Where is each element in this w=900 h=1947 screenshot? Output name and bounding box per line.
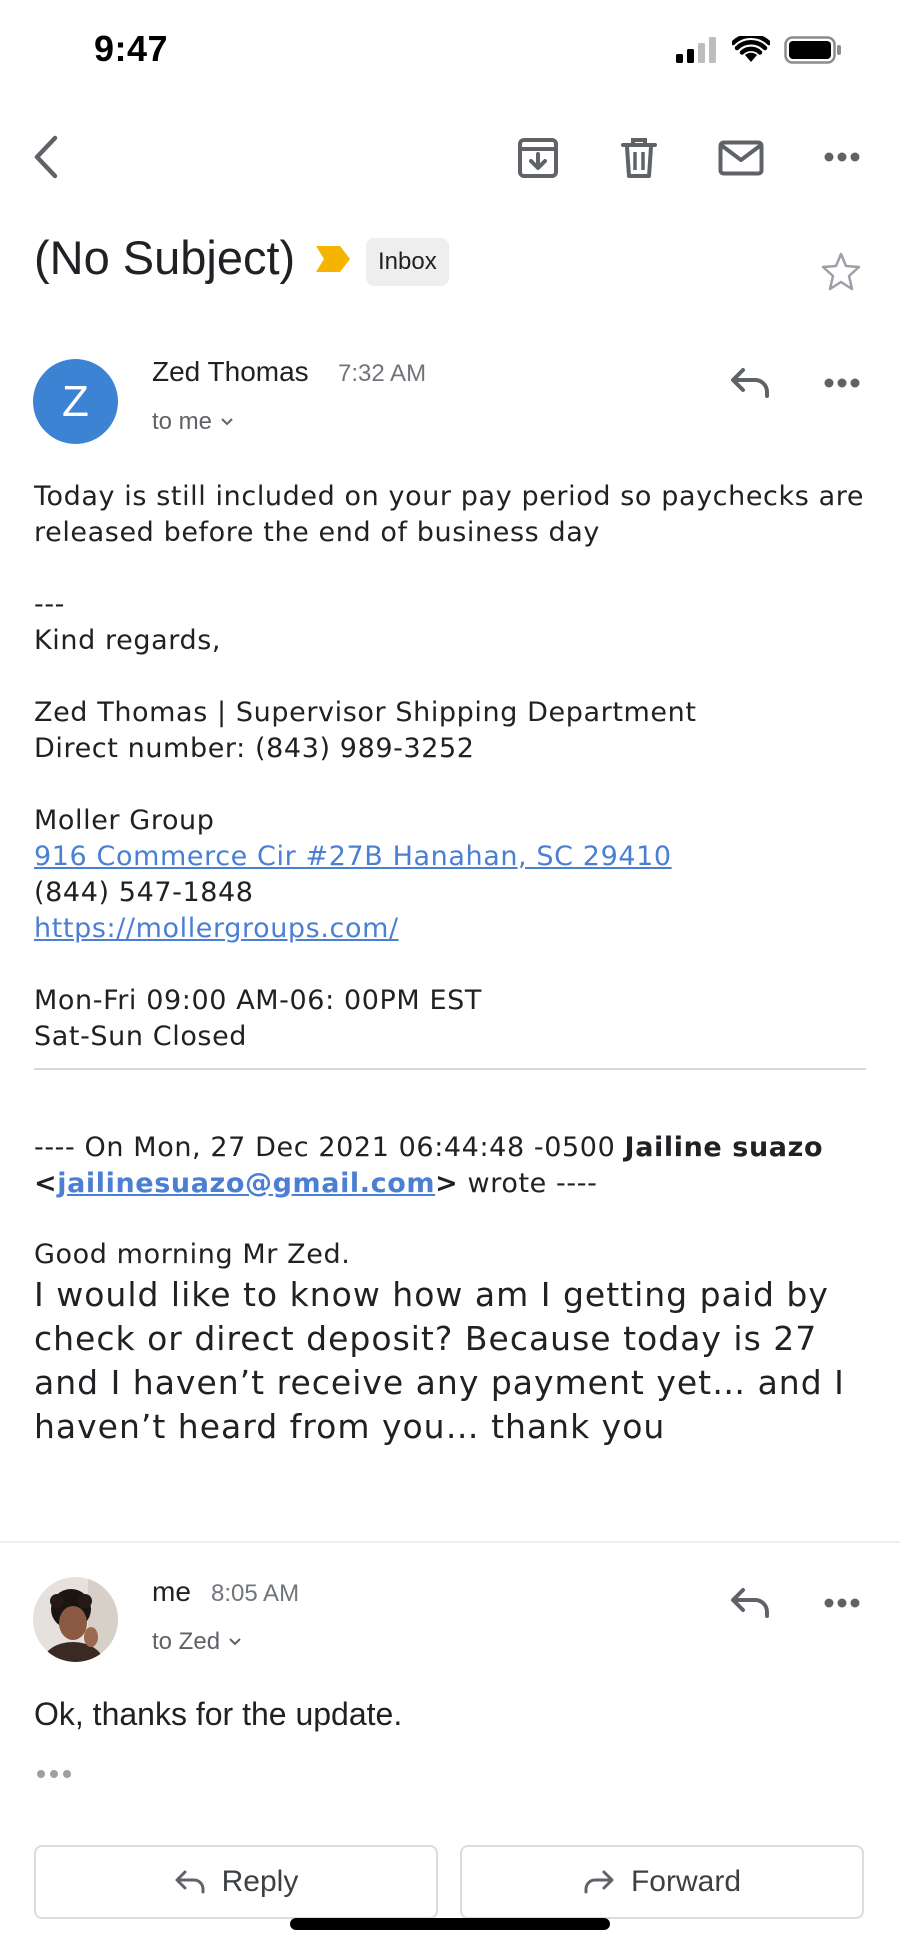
quoted-line: haven’t heard from you… thank you [34, 1407, 666, 1446]
forward-button-label: Forward [630, 1865, 742, 1898]
quoted-email-link[interactable]: jailinesuazo@gmail.com [57, 1168, 435, 1199]
quoted-gt: > [435, 1168, 459, 1199]
signature-direct-number: Direct number: (843) 989-3252 [34, 733, 475, 764]
archive-button[interactable] [514, 134, 562, 182]
message-time: 7:32 AM [338, 360, 427, 387]
body-line: released before the end of business day [34, 517, 600, 548]
reply-button-label: Reply [221, 1865, 299, 1898]
chevron-left-icon [34, 135, 58, 179]
address-link[interactable]: 916 Commerce Cir #27B Hanahan, SC 29410 [34, 841, 672, 872]
cellular-signal-icon [676, 37, 716, 63]
quoted-line: and I haven’t receive any payment yet… a… [34, 1363, 845, 1402]
reply-more-button[interactable] [820, 1588, 864, 1618]
wifi-icon [732, 36, 770, 62]
quoted-lt: < [34, 1168, 58, 1199]
more-horizontal-icon [824, 152, 860, 162]
quoted-greeting: Good morning Mr Zed. [34, 1239, 351, 1270]
mail-icon [718, 140, 764, 176]
status-time: 9:47 [94, 28, 169, 69]
battery-icon [784, 36, 841, 64]
more-options-button[interactable] [820, 140, 864, 174]
email-subject: (No Subject) [34, 231, 296, 284]
signature-regards: Kind regards, [34, 625, 222, 656]
quoted-header-suffix: wrote ---- [467, 1168, 598, 1199]
recipients-label: to me [152, 408, 213, 435]
reply-icon [731, 1588, 769, 1618]
reply-icon-button-2[interactable] [726, 1582, 774, 1622]
forward-button[interactable]: Forward [460, 1845, 864, 1919]
message-divider [0, 1541, 900, 1543]
signature-hours-weekday: Mon-Fri 09:00 AM-06: 00PM EST [34, 985, 482, 1016]
signature-name-title: Zed Thomas | Supervisor Shipping Departm… [34, 697, 697, 728]
quoted-line: I would like to know how am I getting pa… [34, 1275, 829, 1314]
my-avatar[interactable] [33, 1577, 118, 1662]
more-horizontal-icon [824, 1598, 860, 1608]
star-icon [821, 252, 861, 291]
home-indicator[interactable] [290, 1918, 610, 1930]
reply-time: 8:05 AM [211, 1580, 300, 1607]
back-button[interactable] [26, 132, 66, 182]
ellipsis-icon [37, 1770, 71, 1778]
reply-recipients-toggle[interactable]: to Zed [152, 1628, 242, 1656]
signature-company: Moller Group [34, 805, 215, 836]
sender-name: Zed Thomas [152, 356, 309, 387]
profile-photo-icon [33, 1577, 118, 1662]
sender-avatar[interactable]: Z [33, 359, 118, 444]
reply-icon [731, 368, 769, 398]
quoted-sender-name: Jailine suazo [624, 1132, 824, 1163]
signature-separator: --- [34, 589, 66, 620]
more-horizontal-icon [824, 378, 860, 388]
message-more-button[interactable] [820, 368, 864, 398]
reply-icon-button[interactable] [726, 362, 774, 402]
star-button[interactable] [818, 248, 864, 294]
reply-icon [175, 1870, 205, 1894]
archive-icon [518, 138, 558, 178]
reply-body: Ok, thanks for the update. [34, 1696, 403, 1732]
reply-recipients-label: to Zed [152, 1628, 221, 1655]
quoted-header: ---- On Mon, 27 Dec 2021 06:44:48 -0500 … [34, 1130, 874, 1202]
quoted-header-prefix: ---- On Mon, 27 Dec 2021 06:44:48 -0500 [34, 1132, 616, 1163]
signature-phone: (844) 547-1848 [34, 877, 254, 908]
recipients-toggle[interactable]: to me [152, 408, 234, 436]
trash-icon [621, 138, 657, 178]
website-link[interactable]: https://mollergroups.com/ [34, 913, 399, 944]
body-line: Today is still included on your pay peri… [34, 481, 865, 512]
reply-button[interactable]: Reply [34, 1845, 438, 1919]
quoted-body: I would like to know how am I getting pa… [34, 1273, 884, 1449]
message-body: Today is still included on your pay peri… [34, 479, 874, 1055]
chevron-down-icon [229, 1638, 241, 1646]
quote-divider [34, 1068, 866, 1070]
reply-sender-name: me [152, 1576, 191, 1607]
quoted-line: check or direct deposit? Because today i… [34, 1319, 818, 1358]
delete-button[interactable] [615, 134, 663, 182]
important-marker-icon[interactable] [314, 244, 352, 279]
signature-hours-weekend: Sat-Sun Closed [34, 1021, 248, 1052]
mark-unread-button[interactable] [716, 134, 766, 182]
inbox-label-chip[interactable]: Inbox [366, 238, 449, 286]
chevron-down-icon [221, 418, 233, 426]
status-icons [676, 36, 842, 64]
show-trimmed-content-button[interactable] [34, 1764, 74, 1784]
forward-icon [584, 1870, 614, 1894]
